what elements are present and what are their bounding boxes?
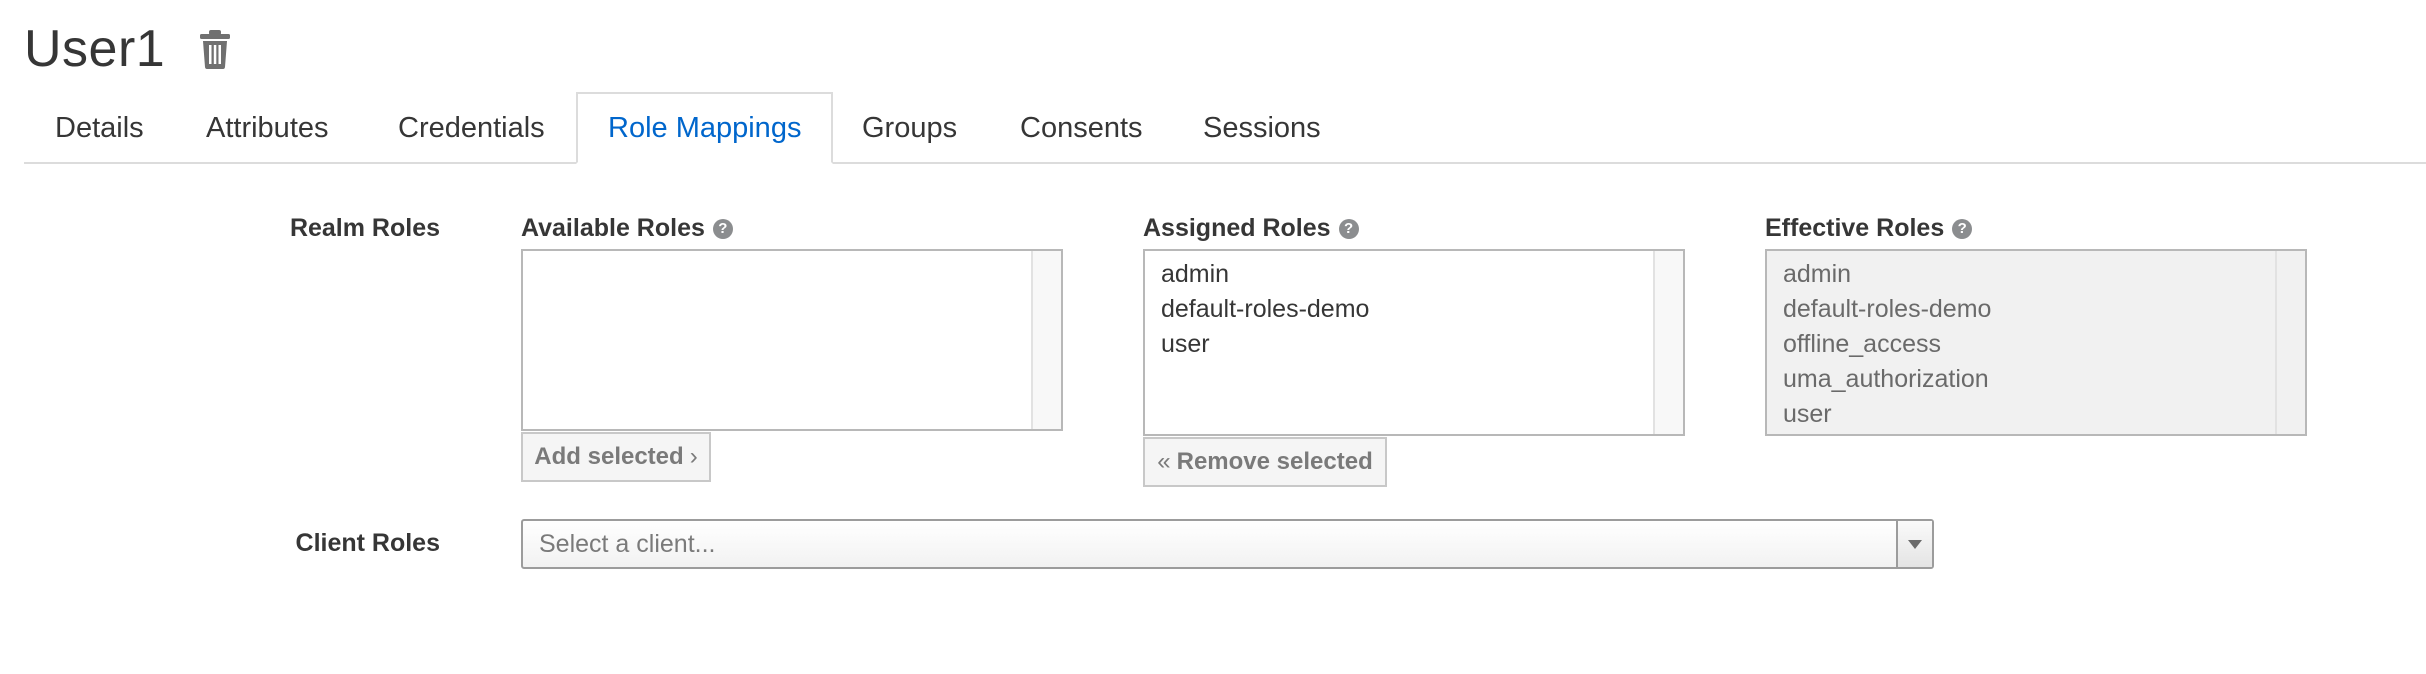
list-item: default-roles-demo — [1783, 295, 1992, 323]
question-circle-icon[interactable]: ? — [712, 218, 733, 239]
caret-down-icon[interactable] — [1896, 521, 1932, 567]
angle-double-left-icon: « — [1157, 448, 1171, 475]
tab-details[interactable]: Details — [55, 94, 144, 162]
tab-sessions[interactable]: Sessions — [1203, 94, 1321, 162]
tab-groups[interactable]: Groups — [862, 94, 957, 162]
list-item: offline_access — [1783, 330, 1941, 358]
page-header: User1 — [24, 14, 231, 84]
question-circle-icon[interactable]: ? — [1952, 218, 1973, 239]
assigned-roles-heading: Assigned Roles ? — [1143, 214, 1359, 243]
remove-selected-button[interactable]: « Remove selected — [1143, 437, 1387, 487]
angle-right-icon: › — [689, 443, 698, 470]
list-item: user — [1783, 400, 1832, 428]
list-item[interactable]: user — [1161, 327, 1683, 362]
list-item: admin — [1783, 260, 1852, 288]
effective-roles-list: admin default-roles-demo offline_access … — [1765, 249, 2307, 436]
tab-attributes[interactable]: Attributes — [206, 94, 329, 162]
available-roles-heading: Available Roles ? — [521, 214, 733, 243]
client-select[interactable]: Select a client... — [521, 519, 1934, 569]
add-selected-button[interactable]: Add selected › — [521, 432, 711, 482]
assigned-roles-list[interactable]: admin default-roles-demo user — [1143, 249, 1685, 436]
page-title: User1 — [24, 20, 166, 78]
trash-icon[interactable] — [199, 29, 231, 69]
list-item: uma_authorization — [1783, 365, 1989, 393]
remove-selected-label: Remove selected — [1176, 448, 1373, 475]
tab-credentials[interactable]: Credentials — [398, 94, 545, 162]
scrollbar[interactable] — [1653, 251, 1683, 434]
tab-role-mappings[interactable]: Role Mappings — [576, 92, 834, 164]
available-roles-label: Available Roles — [521, 214, 705, 242]
client-select-placeholder: Select a client... — [539, 530, 716, 558]
realm-roles-label: Realm Roles — [289, 214, 440, 242]
list-item[interactable]: default-roles-demo — [1161, 292, 1683, 327]
question-circle-icon[interactable]: ? — [1338, 218, 1359, 239]
client-roles-label: Client Roles — [295, 529, 440, 557]
tab-consents[interactable]: Consents — [1020, 94, 1143, 162]
user-tabs: Details Attributes Credentials Role Mapp… — [24, 92, 2426, 164]
add-selected-label: Add selected — [534, 443, 684, 470]
effective-roles-heading: Effective Roles ? — [1765, 214, 1973, 243]
available-roles-list[interactable] — [521, 249, 1063, 431]
scrollbar[interactable] — [2275, 251, 2305, 434]
assigned-roles-label: Assigned Roles — [1143, 214, 1331, 242]
list-item[interactable]: admin — [1161, 257, 1683, 292]
effective-roles-label: Effective Roles — [1765, 214, 1945, 242]
scrollbar[interactable] — [1031, 251, 1061, 429]
